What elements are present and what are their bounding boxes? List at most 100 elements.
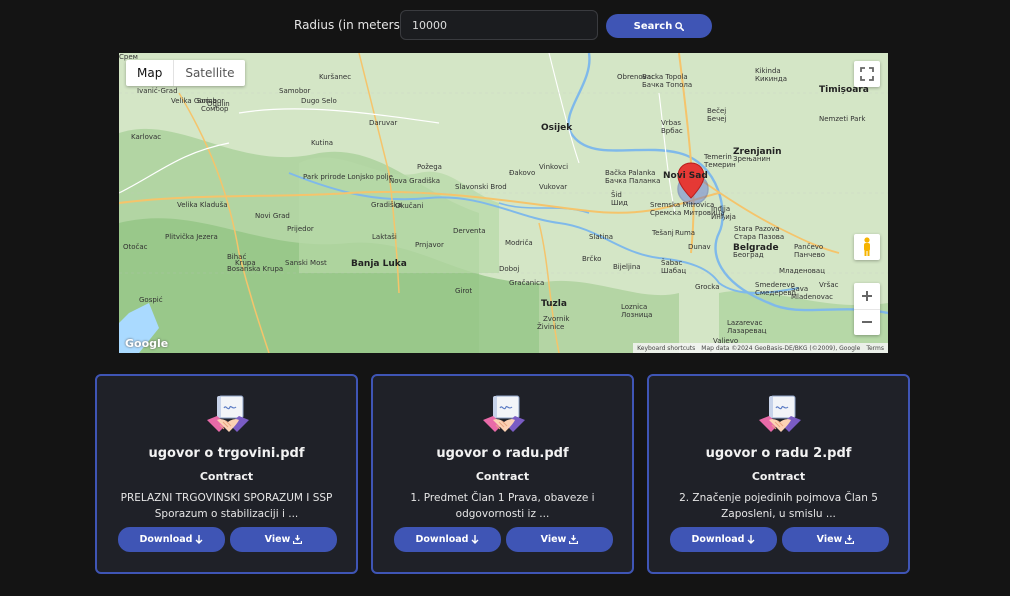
download-tray-icon [293, 535, 303, 544]
download-button-label: Download [691, 534, 745, 545]
map-place-label: Срем [119, 53, 138, 61]
view-button-label: View [540, 534, 567, 545]
document-card: ugovor o trgovini.pdf Contract PRELAZNI … [95, 374, 358, 574]
map-place-label: Brčko [582, 255, 602, 263]
map-place-label: Velika Kladuša [177, 201, 228, 209]
search-button[interactable]: Search [606, 14, 712, 38]
download-tray-icon [569, 535, 579, 544]
view-button[interactable]: View [506, 527, 613, 552]
map-place-label: Gospić [139, 296, 163, 304]
contract-handshake-icon [759, 395, 801, 432]
map-place-label: Laktaši [372, 233, 397, 241]
map-place-label: Bačka Palanka [605, 169, 656, 177]
map-place-label: Požega [417, 163, 442, 171]
document-card: ugovor o radu 2.pdf Contract 2. Značenje… [647, 374, 910, 574]
map-place-label: Stara Pazova [734, 225, 780, 233]
map-place-label: Karlovac [131, 133, 162, 141]
document-category: Contract [475, 470, 530, 483]
document-category: Contract [199, 470, 254, 483]
map-place-label: Doboj [499, 265, 520, 273]
terms-link[interactable]: Terms [866, 345, 884, 352]
document-title: ugovor o radu 2.pdf [705, 446, 852, 461]
map-place-label: Бечеј [707, 115, 727, 123]
map-place-label: Grocka [695, 283, 720, 291]
map-place-label: Otočac [123, 243, 148, 251]
map-type-map[interactable]: Map [126, 60, 175, 86]
map-place-label: Kikinda [755, 67, 781, 75]
view-button-label: View [264, 534, 291, 545]
arrow-down-icon [471, 535, 479, 544]
map-place-label: Sremska Mitrovica [650, 201, 715, 209]
download-tray-icon [845, 535, 855, 544]
search-icon [675, 21, 685, 31]
view-button-label: View [816, 534, 843, 545]
keyboard-shortcuts-link[interactable]: Keyboard shortcuts [637, 345, 695, 352]
map-place-label: Dunav [688, 243, 711, 251]
download-button-label: Download [139, 534, 193, 545]
map-place-label: Vrbas [661, 119, 682, 127]
map-place-label: Панчево [794, 251, 825, 259]
map-place-label: Loznica [621, 303, 648, 311]
zoom-out-button[interactable] [854, 310, 880, 336]
map-place-label: Kuršanec [319, 73, 352, 81]
map-place-label: Инђија [711, 213, 736, 221]
map-place-label: Vukovar [539, 183, 568, 191]
map-place-label: Zvornik [543, 315, 570, 323]
map-type-control: Map Satellite [126, 60, 246, 86]
map-place-label: Okučani [395, 202, 424, 210]
document-excerpt: PRELAZNI TRGOVINSKI SPORAZUM I SSP Spora… [120, 492, 333, 520]
map-place-label: Шид [611, 199, 628, 207]
map-place-label: Đakovo [509, 169, 536, 177]
radius-input[interactable] [400, 10, 598, 40]
map-place-label: Derventa [453, 227, 486, 235]
download-button[interactable]: Download [394, 527, 501, 552]
map-place-label: Зрењанин [733, 155, 771, 163]
download-button-label: Download [415, 534, 469, 545]
view-button[interactable]: View [782, 527, 889, 552]
map-place-label: Стара Пазова [734, 233, 785, 241]
map-place-label: Лазаревац [727, 327, 767, 335]
map-place-label: Смедерево [755, 289, 796, 297]
download-button[interactable]: Download [670, 527, 777, 552]
contract-handshake-icon [483, 395, 525, 432]
map-place-label: Prijedor [287, 225, 314, 233]
arrow-down-icon [195, 535, 203, 544]
document-category: Contract [751, 470, 806, 483]
map-place-label: Slavonski Brod [455, 183, 507, 191]
map-place-label: Banja Luka [351, 259, 407, 269]
map-place-label: Šid [611, 191, 622, 199]
download-button[interactable]: Download [118, 527, 225, 552]
map-attribution: Keyboard shortcuts Map data ©2024 GeoBas… [633, 343, 888, 353]
contract-handshake-icon [207, 395, 249, 432]
map-place-label: Samobor [279, 87, 311, 95]
map-place-label: Velika Gorica [171, 97, 217, 105]
map-type-satellite[interactable]: Satellite [174, 60, 245, 86]
map-place-label: Pančevo [794, 243, 824, 251]
map-place-label: Girot [455, 287, 473, 295]
map-place-label: Tešanj [652, 229, 674, 237]
map-place-label: Osijek [541, 123, 573, 133]
map-place-label: Gračanica [509, 279, 545, 287]
map-place-label: Timișoara [819, 85, 869, 95]
search-button-label: Search [633, 20, 673, 32]
map-place-label: Темерин [704, 161, 736, 169]
zoom-in-button[interactable] [854, 283, 880, 310]
fullscreen-icon [860, 67, 874, 81]
map-place-label: Temerin [704, 153, 732, 161]
map-place-label: Bijeljina [613, 263, 641, 271]
pegman-icon [864, 237, 870, 256]
map-terrain[interactable] [119, 53, 888, 353]
pegman-street-view-button[interactable] [854, 234, 880, 260]
map-data-attribution: Map data ©2024 GeoBasis-DE/BKG (©2009), … [701, 344, 861, 352]
map-place-label: Шабац [661, 267, 687, 275]
view-button[interactable]: View [230, 527, 337, 552]
map-place-label: Младеновац [779, 267, 825, 275]
map-place-label: Plitvička Jezera [165, 233, 218, 241]
document-excerpt: 2. Značenje pojedinih pojmova Član 5 Zap… [679, 492, 878, 520]
map-place-label: Šabac [661, 259, 683, 267]
map-place-label: Daruvar [369, 119, 398, 127]
map-place-label: Živinice [537, 323, 565, 331]
map-view[interactable]: Map Satellite Sombor Сомбор Osijek Vukovar V… [119, 53, 888, 353]
fullscreen-button[interactable] [854, 61, 880, 87]
map-place-label: Dugo Selo [301, 97, 337, 105]
